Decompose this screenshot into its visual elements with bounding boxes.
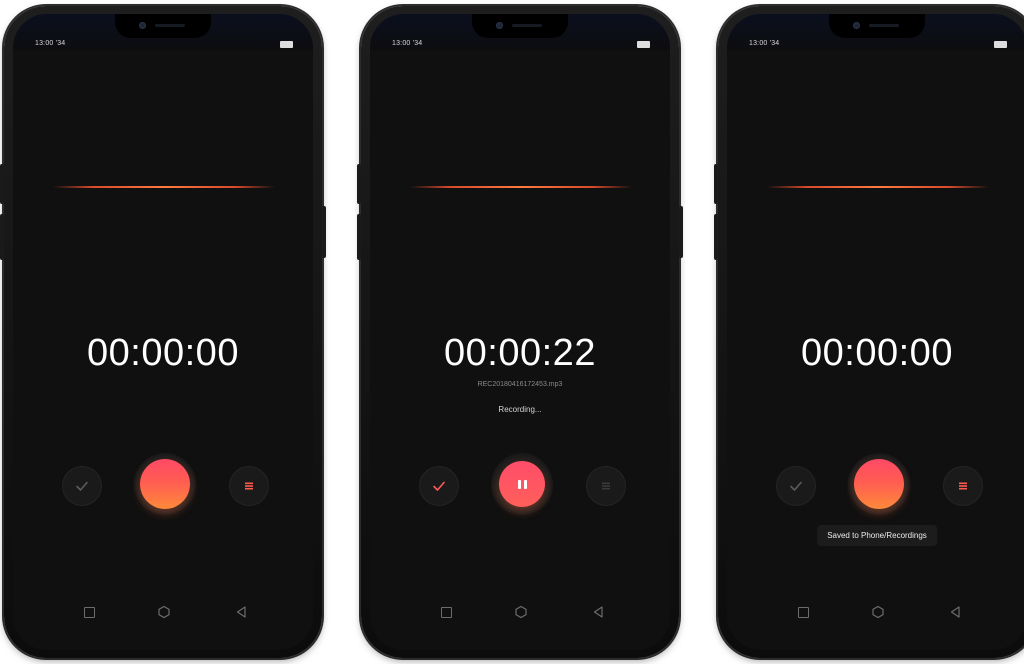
list-icon xyxy=(245,482,253,490)
navigation-bar xyxy=(727,604,1024,624)
recording-timer: 00:00:22 xyxy=(444,332,596,374)
hexagon-icon[interactable] xyxy=(514,605,528,619)
phone-idle: 13:00 '34 00:00:00 xyxy=(0,6,326,658)
recordings-list-button[interactable] xyxy=(586,466,626,506)
record-icon xyxy=(854,459,904,509)
volume-down-button[interactable] xyxy=(0,214,4,260)
volume-down-button[interactable] xyxy=(714,214,718,260)
battery-icon xyxy=(637,41,650,48)
triangle-back-icon[interactable] xyxy=(949,605,961,619)
volume-up-button[interactable] xyxy=(714,164,718,204)
recorder-screen: 13:00 '34 00:00:00 xyxy=(13,14,313,650)
record-button[interactable] xyxy=(136,455,194,513)
confirm-button[interactable] xyxy=(419,466,459,506)
record-button[interactable] xyxy=(850,455,908,513)
phone-recording: 13:00 '34 00:00:22 REC20180416172453.mp3… xyxy=(357,6,683,658)
check-icon xyxy=(790,481,802,491)
waveform-line xyxy=(410,186,632,188)
camera-icon xyxy=(139,22,146,29)
pause-button[interactable] xyxy=(493,455,551,513)
pause-icon xyxy=(499,461,545,507)
camera-icon xyxy=(496,22,503,29)
record-icon xyxy=(140,459,190,509)
recording-timer: 00:00:00 xyxy=(801,332,953,374)
speaker-grille xyxy=(155,24,185,27)
triangle-back-icon[interactable] xyxy=(592,605,604,619)
speaker-grille xyxy=(512,24,542,27)
navigation-bar xyxy=(13,604,313,624)
recording-filename: REC20180416172453.mp3 xyxy=(477,381,563,388)
recording-status: Recording... xyxy=(498,405,542,414)
power-button[interactable] xyxy=(322,206,326,258)
speaker-grille xyxy=(869,24,899,27)
square-icon[interactable] xyxy=(84,607,95,618)
recordings-list-button[interactable] xyxy=(229,466,269,506)
power-button[interactable] xyxy=(679,206,683,258)
status-time: 13:00 '34 xyxy=(392,40,423,47)
list-icon xyxy=(959,482,967,490)
square-icon[interactable] xyxy=(441,607,452,618)
phone-saved: 13:00 '34 00:00:00 Saved to Phone/Record… xyxy=(714,6,1024,658)
confirm-button[interactable] xyxy=(62,466,102,506)
hexagon-icon[interactable] xyxy=(157,605,171,619)
waveform-line xyxy=(53,186,275,188)
recordings-list-button[interactable] xyxy=(943,466,983,506)
check-icon xyxy=(433,481,445,491)
square-icon[interactable] xyxy=(798,607,809,618)
volume-down-button[interactable] xyxy=(357,214,361,260)
notch xyxy=(115,14,211,38)
battery-icon xyxy=(994,41,1007,48)
recorder-screen: 13:00 '34 00:00:22 REC20180416172453.mp3… xyxy=(370,14,670,650)
battery-icon xyxy=(280,41,293,48)
volume-up-button[interactable] xyxy=(357,164,361,204)
notch xyxy=(472,14,568,38)
recording-timer: 00:00:00 xyxy=(87,332,239,374)
triangle-back-icon[interactable] xyxy=(235,605,247,619)
camera-icon xyxy=(853,22,860,29)
status-time: 13:00 '34 xyxy=(35,40,66,47)
list-icon xyxy=(602,482,610,490)
confirm-button[interactable] xyxy=(776,466,816,506)
saved-toast: Saved to Phone/Recordings xyxy=(817,525,937,546)
notch xyxy=(829,14,925,38)
navigation-bar xyxy=(370,604,670,624)
recorder-screen: 13:00 '34 00:00:00 Saved to Phone/Record… xyxy=(727,14,1024,650)
check-icon xyxy=(76,481,88,491)
status-time: 13:00 '34 xyxy=(749,40,780,47)
phone-gallery: 13:00 '34 00:00:00 13:00 '34 00:00:22 RE… xyxy=(0,0,1024,664)
volume-up-button[interactable] xyxy=(0,164,4,204)
hexagon-icon[interactable] xyxy=(871,605,885,619)
waveform-line xyxy=(767,186,989,188)
